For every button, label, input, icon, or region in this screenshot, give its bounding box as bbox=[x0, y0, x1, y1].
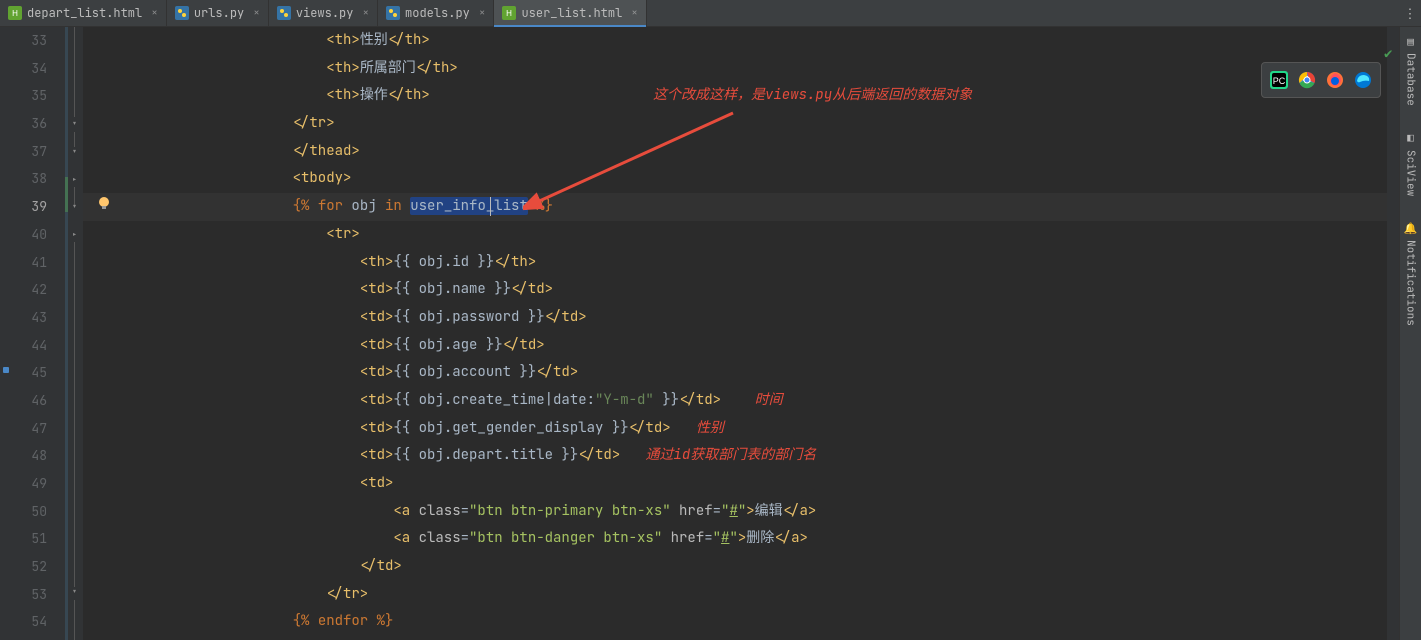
text-caret bbox=[490, 197, 491, 216]
tab-views[interactable]: views.py × bbox=[269, 0, 378, 26]
line-number: 39 bbox=[13, 193, 65, 221]
line-number: 44 bbox=[13, 332, 65, 360]
right-tool-bar: ▤ Database ◧ SciView 🔔 Notifications bbox=[1399, 27, 1421, 640]
tab-depart-list[interactable]: H depart_list.html × bbox=[0, 0, 167, 26]
svg-text:PC: PC bbox=[1273, 76, 1286, 86]
python-file-icon bbox=[175, 6, 189, 20]
fold-expand-icon[interactable]: ▸ bbox=[70, 230, 79, 239]
tab-urls[interactable]: urls.py × bbox=[167, 0, 269, 26]
fold-collapse-icon[interactable]: ▾ bbox=[70, 587, 79, 596]
line-number: 35 bbox=[13, 82, 65, 110]
close-icon[interactable]: × bbox=[151, 6, 158, 20]
line-number-gutter[interactable]: 33 34 35 36 37 38 39 40 41 42 43 44 45 4… bbox=[13, 27, 65, 640]
tab-label: depart_list.html bbox=[27, 5, 142, 21]
pycharm-preview-icon[interactable]: PC bbox=[1266, 67, 1292, 93]
intention-bulb-icon[interactable] bbox=[96, 195, 112, 211]
error-stripe[interactable]: ✔ bbox=[1387, 27, 1399, 640]
fold-expand-icon[interactable]: ▸ bbox=[70, 175, 79, 184]
fold-collapse-icon[interactable]: ▾ bbox=[70, 147, 79, 156]
editor-tabs: H depart_list.html × urls.py × views.py … bbox=[0, 0, 1421, 27]
close-icon[interactable]: × bbox=[253, 6, 260, 20]
tab-label: models.py bbox=[405, 5, 470, 21]
close-icon[interactable]: × bbox=[631, 6, 638, 20]
line-number: 37 bbox=[13, 138, 65, 166]
chrome-icon[interactable] bbox=[1294, 67, 1320, 93]
tabs-menu-icon[interactable]: ⋮ bbox=[1399, 0, 1421, 26]
tab-label: urls.py bbox=[194, 5, 244, 21]
line-number: 54 bbox=[13, 608, 65, 636]
line-number: 34 bbox=[13, 55, 65, 83]
line-number: 52 bbox=[13, 553, 65, 581]
python-file-icon bbox=[386, 6, 400, 20]
close-icon[interactable]: × bbox=[362, 6, 369, 20]
tab-label: views.py bbox=[296, 5, 354, 21]
close-icon[interactable]: × bbox=[479, 6, 486, 20]
line-number: 47 bbox=[13, 415, 65, 443]
html-file-icon: H bbox=[8, 6, 22, 20]
python-file-icon bbox=[277, 6, 291, 20]
fold-collapse-icon[interactable]: ▾ bbox=[70, 119, 79, 128]
annotation-text: 这个改成这样，是views.py从后端返回的数据对象 bbox=[653, 84, 972, 104]
line-number: 51 bbox=[13, 525, 65, 553]
line-number: 45 bbox=[13, 359, 65, 387]
line-number: 36 bbox=[13, 110, 65, 138]
database-icon: ▤ bbox=[1407, 35, 1414, 49]
sciview-icon: ◧ bbox=[1407, 132, 1414, 146]
line-number: 50 bbox=[13, 498, 65, 526]
left-indicator-strip bbox=[0, 27, 13, 640]
tab-models[interactable]: models.py × bbox=[378, 0, 494, 26]
code-editor[interactable]: <th>性别</th> <th>所属部门</th> <th>操作</th> </… bbox=[83, 27, 1387, 640]
sciview-tool-button[interactable]: ◧ SciView bbox=[1404, 128, 1418, 200]
bell-icon: 🔔 bbox=[1404, 222, 1418, 236]
browser-preview-toolbar: PC bbox=[1261, 62, 1381, 98]
line-number: 48 bbox=[13, 442, 65, 470]
line-number: 33 bbox=[13, 27, 65, 55]
line-number: 42 bbox=[13, 276, 65, 304]
svg-text:H: H bbox=[12, 9, 18, 18]
html-file-icon: H bbox=[502, 6, 516, 20]
firefox-icon[interactable] bbox=[1322, 67, 1348, 93]
svg-text:H: H bbox=[507, 9, 513, 18]
edge-icon[interactable] bbox=[1350, 67, 1376, 93]
database-tool-button[interactable]: ▤ Database bbox=[1404, 31, 1418, 110]
line-number: 53 bbox=[13, 581, 65, 609]
line-number: 49 bbox=[13, 470, 65, 498]
line-number: 43 bbox=[13, 304, 65, 332]
tab-user-list[interactable]: H user_list.html × bbox=[494, 0, 646, 26]
analysis-ok-icon: ✔ bbox=[1384, 45, 1392, 63]
line-number: 41 bbox=[13, 249, 65, 277]
tab-label: user_list.html bbox=[521, 5, 622, 21]
line-number: 38 bbox=[13, 165, 65, 193]
notifications-tool-button[interactable]: 🔔 Notifications bbox=[1404, 218, 1418, 330]
line-number: 46 bbox=[13, 387, 65, 415]
line-number: 40 bbox=[13, 221, 65, 249]
fold-gutter[interactable]: ▾ ▾ ▸ ▾ ▸ ▾ bbox=[69, 27, 83, 640]
fold-collapse-icon[interactable]: ▾ bbox=[70, 202, 79, 211]
